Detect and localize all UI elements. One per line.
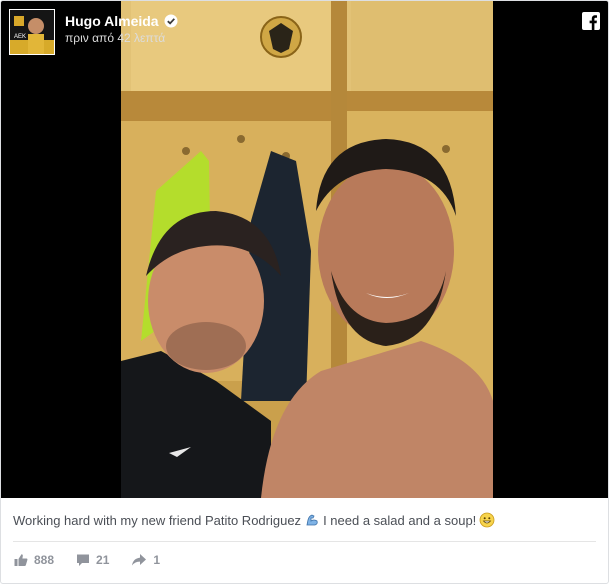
shares-count: 1 <box>153 553 161 567</box>
grinning-face-icon <box>479 512 495 528</box>
author-avatar[interactable]: AEK <box>9 9 55 55</box>
author-name[interactable]: Hugo Almeida <box>65 13 159 29</box>
comments-stat[interactable]: 21 <box>76 553 109 567</box>
facebook-logo-icon[interactable] <box>582 12 600 30</box>
post-media[interactable]: AEK Hugo Almeida πριν από 42 λεπτά <box>1 1 608 498</box>
caption-text-1: Working hard with my new friend Patito R… <box>13 512 302 528</box>
embedded-post-card: AEK Hugo Almeida πριν από 42 λεπτά Worki… <box>0 0 609 584</box>
post-timestamp[interactable]: πριν από 42 λεπτά <box>65 31 178 45</box>
post-header: AEK Hugo Almeida πριν από 42 λεπτά <box>9 9 178 55</box>
author-info: Hugo Almeida πριν από 42 λεπτά <box>65 13 178 45</box>
likes-count: 888 <box>34 553 55 567</box>
verified-badge-icon <box>164 14 178 28</box>
caption-text-2: I need a salad and a soup! <box>323 512 477 528</box>
author-name-row: Hugo Almeida <box>65 13 178 29</box>
post-photo[interactable] <box>121 1 493 498</box>
flexed-biceps-icon <box>306 514 318 526</box>
avatar-text: AEK <box>14 34 26 40</box>
comment-icon <box>77 554 90 566</box>
divider <box>13 541 596 542</box>
shares-stat[interactable]: 1 <box>131 553 160 567</box>
post-caption: Working hard with my new friend Patito R… <box>13 512 498 528</box>
likes-stat[interactable]: 888 <box>14 553 54 567</box>
comments-count: 21 <box>96 553 110 567</box>
engagement-bar: 888 21 1 <box>14 553 182 567</box>
like-icon <box>14 554 28 566</box>
share-icon <box>132 554 147 566</box>
